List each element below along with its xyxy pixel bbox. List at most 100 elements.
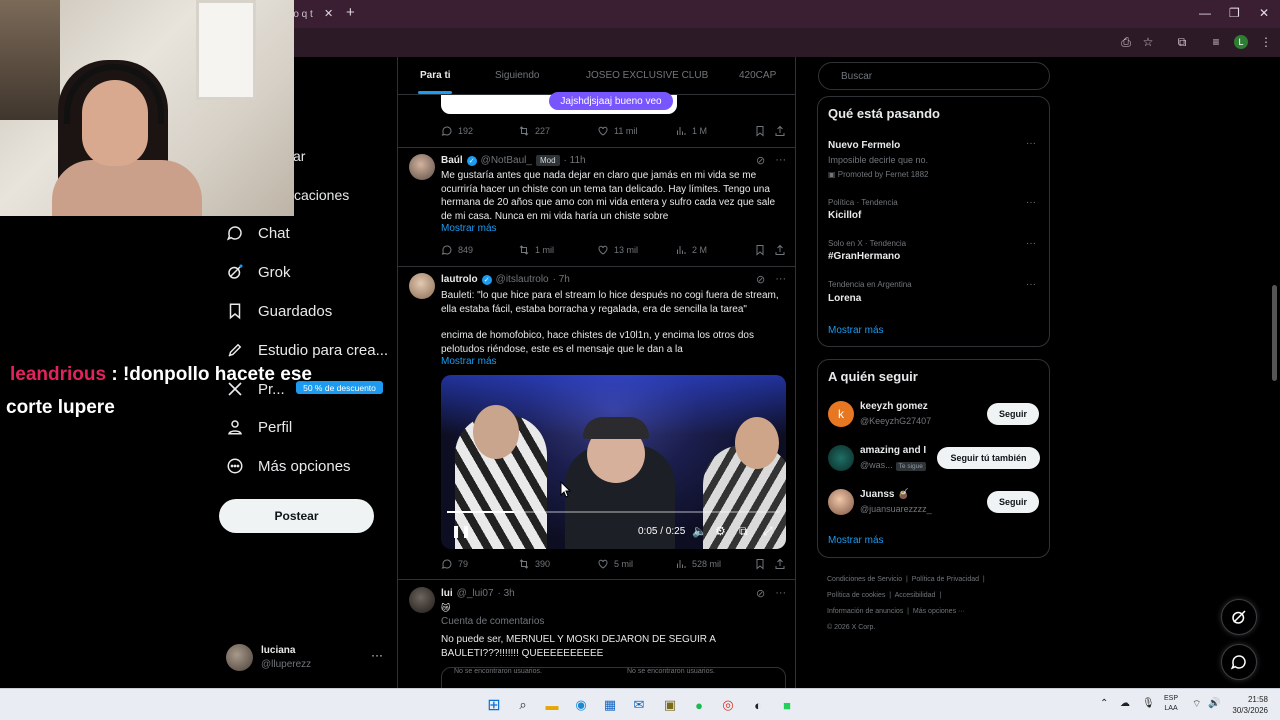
volume-icon[interactable]: 🔊	[1208, 698, 1220, 709]
video-progress-bar[interactable]	[447, 511, 780, 513]
page-scrollbar[interactable]	[1270, 57, 1280, 688]
author-name[interactable]: Baúl	[441, 155, 463, 166]
extensions-icon[interactable]: ⧉	[1174, 34, 1190, 50]
bookmark-button[interactable]	[754, 558, 766, 570]
follow-name[interactable]: amazing and I	[860, 445, 926, 456]
more-dots-icon[interactable]: ···	[1026, 238, 1036, 249]
views-button[interactable]: 528 mil	[675, 558, 721, 570]
repost-button[interactable]: 1 mil	[518, 244, 554, 256]
minimize-icon[interactable]: —	[1199, 6, 1211, 20]
avatar[interactable]	[409, 587, 435, 613]
footer-link[interactable]: Condiciones de Servicio	[827, 576, 902, 583]
search-icon[interactable]: ⌕	[513, 695, 533, 715]
footer-link[interactable]: Accesibilidad	[895, 592, 936, 599]
tweet-time[interactable]: · 3h	[498, 588, 515, 599]
tweet-time[interactable]: · 11h	[564, 155, 586, 166]
avatar[interactable]	[828, 489, 854, 515]
settings-icon[interactable]: ⚙	[715, 524, 726, 538]
account-switcher[interactable]: luciana @lluperezz ···	[226, 644, 386, 674]
author-handle[interactable]: @_lui07	[457, 588, 494, 599]
follow-back-button[interactable]: Seguir tú también	[937, 447, 1040, 469]
trend-name[interactable]: #GranHermano	[828, 251, 900, 262]
trend-name[interactable]: Kicillof	[828, 210, 861, 221]
avatar[interactable]	[828, 445, 854, 471]
bookmark-button[interactable]	[754, 244, 766, 256]
repost-button[interactable]: 227	[518, 125, 550, 137]
avatar[interactable]	[409, 154, 435, 180]
file-explorer-icon[interactable]: ▬	[542, 695, 562, 715]
reply-button[interactable]: 79	[441, 558, 468, 570]
timeline[interactable]: Para ti Siguiendo JOSEO EXCLUSIVE CLUB 4…	[397, 57, 796, 688]
more-dots-icon[interactable]: ···	[1026, 138, 1036, 149]
follow-show-more[interactable]: Mostrar más	[828, 535, 884, 546]
search-input[interactable]: Buscar	[818, 62, 1050, 90]
avatar[interactable]	[409, 273, 435, 299]
store-icon[interactable]: ▦	[600, 695, 620, 715]
browser-profile-avatar[interactable]: L	[1234, 35, 1248, 49]
bookmark-button[interactable]	[754, 125, 766, 137]
repost-button[interactable]: 390	[518, 558, 550, 570]
author-handle[interactable]: @itslautrolo	[496, 274, 549, 285]
more-dots-icon[interactable]: ···	[775, 273, 786, 286]
pip-icon[interactable]: ⧉	[739, 524, 748, 539]
views-button[interactable]: 2 M	[675, 244, 707, 256]
nav-item-more-options[interactable]: Más opciones	[226, 457, 351, 475]
edge-icon[interactable]: ◉	[571, 695, 591, 715]
quoted-content[interactable]: No se encontraron usuarios. No se encont…	[441, 667, 786, 688]
nav-item-bookmarks[interactable]: Guardados	[226, 302, 332, 320]
author-name[interactable]: lautrolo	[441, 274, 478, 285]
more-dots-icon[interactable]: ···	[775, 587, 786, 600]
show-more-link[interactable]: Mostrar más	[441, 223, 497, 234]
share-button[interactable]	[774, 125, 786, 137]
views-button[interactable]: 1 M	[675, 125, 707, 137]
messages-float-button[interactable]	[1221, 644, 1257, 680]
footer-link[interactable]: Política de Privacidad	[912, 576, 979, 583]
obs-icon[interactable]: ◐	[748, 695, 768, 715]
restore-icon[interactable]: ❐	[1229, 6, 1240, 20]
follow-button[interactable]: Seguir	[987, 403, 1039, 425]
tab-para-ti[interactable]: Para ti	[420, 70, 451, 81]
spotify-icon[interactable]: ●	[689, 695, 709, 715]
more-dots-icon[interactable]: ···	[775, 154, 786, 167]
more-dots-icon[interactable]: ···	[371, 648, 383, 662]
author-name[interactable]: lui	[441, 588, 453, 599]
trend-name[interactable]: Lorena	[828, 293, 861, 304]
trends-show-more[interactable]: Mostrar más	[828, 325, 884, 336]
video-player[interactable]: ❚❚ 0:05 / 0:25 🔈 ⚙ ⧉ ⤢	[441, 375, 786, 549]
follow-button[interactable]: Seguir	[987, 491, 1039, 513]
volume-icon[interactable]: 🔈	[692, 524, 707, 538]
share-button[interactable]	[774, 244, 786, 256]
media-icon[interactable]: ≡	[1208, 34, 1224, 50]
nav-item-grok[interactable]: Grok	[226, 263, 291, 281]
pause-icon[interactable]: ❚❚	[451, 524, 471, 538]
author-handle[interactable]: @NotBaul_	[481, 155, 532, 166]
reply-button[interactable]: 192	[441, 125, 473, 137]
post-button[interactable]: Postear	[219, 499, 374, 533]
tab-420cap[interactable]: 420CAP	[739, 70, 776, 81]
trend-name[interactable]: Nuevo Fermelo	[828, 140, 900, 151]
reply-button[interactable]: 849	[441, 244, 473, 256]
like-button[interactable]: 5 mil	[597, 558, 633, 570]
like-button[interactable]: 13 mil	[597, 244, 638, 256]
like-button[interactable]: 11 mil	[597, 125, 637, 137]
poll-choice[interactable]: Jajshdjsjaaj bueno veo	[549, 92, 673, 110]
footer-link[interactable]: Más opciones ···	[913, 608, 965, 615]
avatar[interactable]: k	[828, 401, 854, 427]
more-dots-icon[interactable]: ···	[1026, 279, 1036, 290]
app-green-icon[interactable]: ■	[777, 695, 797, 715]
tweet-time[interactable]: · 7h	[553, 274, 570, 285]
more-dots-icon[interactable]: ···	[1026, 197, 1036, 208]
footer-link[interactable]: Información de anuncios	[827, 608, 903, 615]
tab-siguiendo[interactable]: Siguiendo	[495, 70, 539, 81]
nav-item-studio[interactable]: Estudio para crea...	[226, 341, 388, 359]
chrome-icon[interactable]: ◎	[718, 695, 738, 715]
scrollbar-thumb[interactable]	[1272, 285, 1277, 381]
windows-start-icon[interactable]: ⊞	[484, 695, 504, 715]
tab-joseo-club[interactable]: JOSEO EXCLUSIVE CLUB	[586, 70, 708, 81]
new-tab-icon[interactable]: +	[346, 4, 355, 21]
footer-link[interactable]: Política de cookies	[827, 592, 885, 599]
install-app-icon[interactable]: ⎙	[1118, 34, 1134, 50]
follow-name[interactable]: keeyzh gomez	[860, 401, 928, 412]
microphone-icon[interactable]: 🎙	[1142, 698, 1155, 709]
nav-notifications-partial[interactable]: caciones	[294, 187, 349, 203]
